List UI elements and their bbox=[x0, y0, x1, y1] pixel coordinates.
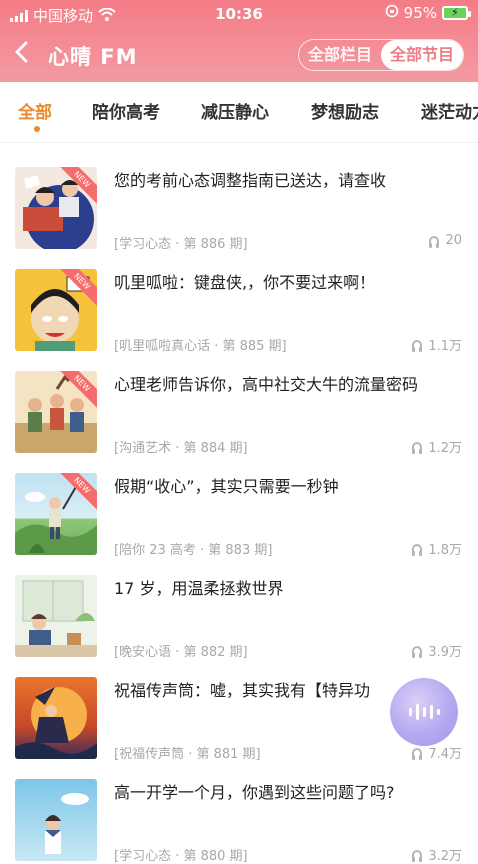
play-count: 1.8万 bbox=[412, 539, 462, 558]
program-meta: [叽里呱啦真心话 · 第 885 期] bbox=[114, 339, 287, 354]
battery-percent: 95% bbox=[403, 4, 437, 22]
view-switch: 全部栏目 全部节目 bbox=[297, 39, 464, 71]
list-item[interactable]: 高一开学一个月，你遇到这些问题了吗? [学习心态 · 第 880 期] 3.2万 bbox=[0, 762, 478, 864]
headphones-icon bbox=[412, 646, 423, 658]
list-item[interactable]: NEW 您的考前心态调整指南已送达，请查收 [学习心态 · 第 886 期] 2… bbox=[0, 150, 478, 252]
crying-character-thumbnail: NEW bbox=[15, 269, 97, 351]
headphones-icon bbox=[412, 340, 423, 352]
program-meta: [晚安心语 · 第 882 期] bbox=[114, 645, 248, 660]
play-count: 1.2万 bbox=[412, 437, 462, 456]
student-sky-thumbnail bbox=[15, 779, 97, 861]
program-title: 心理老师告诉你，高中社交大牛的流量密码 bbox=[114, 375, 419, 394]
play-count: 1.1万 bbox=[412, 335, 462, 354]
back-icon[interactable] bbox=[14, 40, 28, 69]
friends-gathering-thumbnail: NEW bbox=[15, 371, 97, 453]
list-item[interactable]: NEW 心理老师告诉你，高中社交大牛的流量密码 [沟通艺术 · 第 884 期]… bbox=[0, 354, 478, 456]
play-count: 20 bbox=[429, 233, 462, 248]
hiking-girl-thumbnail: NEW bbox=[15, 473, 97, 555]
program-meta: [祝福传声筒 · 第 881 期] bbox=[114, 747, 261, 762]
program-meta: [学习心态 · 第 886 期] bbox=[114, 237, 248, 252]
headphones-icon bbox=[412, 544, 423, 556]
girl-reading-window-thumbnail bbox=[15, 575, 97, 657]
tab-dream[interactable]: 梦想励志 bbox=[311, 98, 379, 123]
audio-player-button[interactable] bbox=[390, 678, 458, 746]
category-tabs: 全部 陪你高考 减压静心 梦想励志 迷茫动力 bbox=[0, 82, 478, 143]
tab-relax[interactable]: 减压静心 bbox=[201, 98, 269, 123]
page-title: 心晴 FM bbox=[48, 45, 138, 69]
active-tab-indicator bbox=[34, 126, 40, 132]
witch-moon-thumbnail bbox=[15, 677, 97, 759]
headphones-icon bbox=[412, 850, 423, 862]
program-meta: [陪你 23 高考 · 第 883 期] bbox=[114, 543, 273, 558]
play-count: 3.9万 bbox=[412, 641, 462, 660]
program-meta: [学习心态 · 第 880 期] bbox=[114, 849, 248, 864]
headphones-icon bbox=[429, 236, 440, 248]
play-count: 3.2万 bbox=[412, 845, 462, 864]
program-title: 您的考前心态调整指南已送达，请查收 bbox=[114, 171, 387, 190]
all-programs-button[interactable]: 全部节目 bbox=[380, 40, 463, 70]
tab-all[interactable]: 全部 bbox=[18, 98, 52, 123]
study-people-thumbnail: NEW bbox=[15, 167, 97, 249]
all-columns-button[interactable]: 全部栏目 bbox=[299, 40, 381, 70]
rotation-lock-icon bbox=[385, 4, 399, 22]
program-title: 17 岁，用温柔拯救世界 bbox=[114, 579, 284, 598]
app-header: 中国移动 10:36 95% ⚡ 心晴 FM 全部栏目 全部节目 bbox=[0, 0, 478, 82]
tab-gaokao[interactable]: 陪你高考 bbox=[92, 98, 160, 123]
program-title: 叽里呱啦：键盘侠,，你不要过来啊！ bbox=[114, 273, 376, 292]
list-item[interactable]: NEW 假期“收心”，其实只需要一秒钟 [陪你 23 高考 · 第 883 期]… bbox=[0, 456, 478, 558]
program-title: 高一开学一个月，你遇到这些问题了吗? bbox=[114, 783, 395, 802]
headphones-icon bbox=[412, 442, 423, 454]
program-title: 假期“收心”，其实只需要一秒钟 bbox=[114, 477, 339, 496]
list-item[interactable]: NEW 叽里呱啦：键盘侠,，你不要过来啊！ [叽里呱啦真心话 · 第 885 期… bbox=[0, 252, 478, 354]
program-meta: [沟通艺术 · 第 884 期] bbox=[114, 441, 248, 456]
battery-icon: ⚡ bbox=[442, 6, 471, 20]
list-item[interactable]: 17 岁，用温柔拯救世界 [晚安心语 · 第 882 期] 3.9万 bbox=[0, 558, 478, 660]
nav-bar: 心晴 FM 全部栏目 全部节目 bbox=[0, 30, 478, 78]
status-bar: 中国移动 10:36 95% ⚡ bbox=[0, 0, 478, 28]
program-list: NEW 您的考前心态调整指南已送达，请查收 [学习心态 · 第 886 期] 2… bbox=[0, 150, 478, 864]
tab-confused[interactable]: 迷茫动力 bbox=[421, 98, 478, 123]
headphones-icon bbox=[412, 748, 423, 760]
